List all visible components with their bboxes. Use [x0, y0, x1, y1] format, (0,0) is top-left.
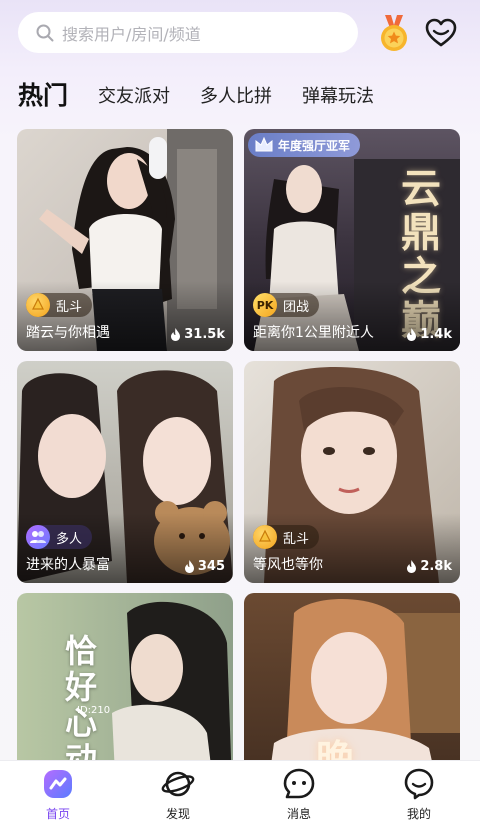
room-type-badge: 乱斗: [253, 525, 320, 549]
room-title: 进来的人暴富: [26, 557, 110, 573]
bottom-nav: 首页 发现 消息 我的: [0, 760, 480, 827]
chaos-fight-icon: [26, 293, 50, 317]
room-heat: 1.4k: [406, 327, 452, 342]
badge-label: 多人: [56, 531, 83, 547]
badge-label: 团战: [283, 299, 310, 315]
room-card[interactable]: 乱斗 等风也等你 2.8k: [244, 361, 460, 583]
room-card[interactable]: 乱斗 踏云与你相遇 31.5k: [17, 129, 233, 351]
room-title: 等风也等你: [253, 557, 323, 573]
tab-social-party[interactable]: 交友派对: [98, 82, 170, 108]
heat-count: 345: [197, 559, 225, 574]
room-heat: 2.8k: [406, 559, 452, 574]
flame-icon: [407, 328, 417, 341]
badge-label: 乱斗: [283, 531, 310, 547]
room-heat: 345: [184, 559, 225, 574]
award-banner-text: 年度强厅亚军: [278, 138, 351, 153]
room-title: 距离你1公里附近人: [253, 325, 374, 341]
room-type-badge: PK 团战: [253, 293, 320, 317]
message-icon: [283, 768, 315, 799]
search-input[interactable]: 搜索用户/房间/频道: [18, 12, 358, 53]
tab-multi-compete[interactable]: 多人比拼: [200, 82, 272, 108]
home-icon: [44, 770, 72, 798]
multi-user-icon: [26, 525, 50, 549]
tab-hot[interactable]: 热门: [18, 76, 68, 112]
crown-icon: [255, 136, 273, 152]
top-bar: 搜索用户/房间/频道: [0, 0, 480, 70]
profile-icon: [404, 768, 434, 800]
nav-messages[interactable]: 消息: [259, 767, 339, 822]
nav-profile[interactable]: 我的: [379, 767, 459, 822]
heart-icon[interactable]: [425, 18, 457, 48]
nav-home[interactable]: 首页: [18, 767, 98, 822]
room-heat: 31.5k: [170, 327, 225, 342]
nav-label: 发现: [165, 807, 190, 821]
tab-danmaku-play[interactable]: 弹幕玩法: [302, 82, 374, 108]
heat-count: 2.8k: [420, 559, 452, 574]
room-card[interactable]: 多人 进来的人暴富 345: [17, 361, 233, 583]
chaos-fight-icon: [253, 525, 277, 549]
flame-icon: [184, 560, 194, 573]
pk-icon: PK: [253, 293, 277, 317]
nav-label: 我的: [406, 807, 431, 821]
nav-label: 消息: [286, 807, 311, 821]
nav-discover[interactable]: 发现: [138, 767, 218, 822]
nav-label: 首页: [45, 807, 70, 821]
room-type-badge: 多人: [26, 525, 93, 549]
category-tabs: 热门 交友派对 多人比拼 弹幕玩法: [0, 74, 480, 114]
flame-icon: [407, 560, 417, 573]
award-banner: 年度强厅亚军: [248, 133, 361, 157]
badge-label: 乱斗: [56, 299, 83, 315]
search-placeholder: 搜索用户/房间/频道: [62, 24, 201, 44]
poster-id: ID:210: [77, 705, 111, 716]
heat-count: 1.4k: [420, 327, 452, 342]
room-card[interactable]: 年度强厅亚军 云鼎之巅 PK 团战 距离你1公里附近人 1.4k: [244, 129, 460, 351]
search-icon: [36, 24, 54, 41]
medal-icon[interactable]: [377, 15, 411, 53]
heat-count: 31.5k: [184, 327, 225, 342]
flame-icon: [171, 328, 181, 341]
room-type-badge: 乱斗: [26, 293, 93, 317]
room-title: 踏云与你相遇: [26, 325, 110, 341]
planet-icon: [161, 771, 195, 797]
